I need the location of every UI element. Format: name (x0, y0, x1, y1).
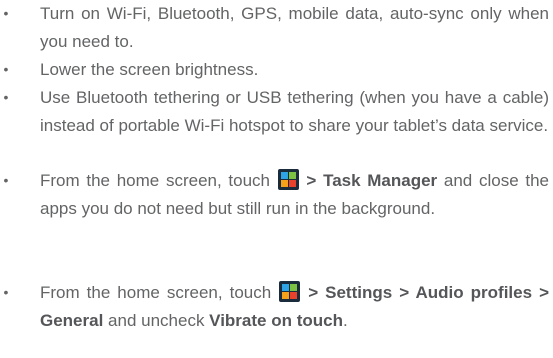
bullet: • (3, 172, 9, 188)
apps-menu-icon (279, 281, 301, 302)
item-text: From the home screen, touch > Task Manag… (40, 167, 549, 222)
item-text: Lower the screen brightness. (40, 60, 259, 79)
document-page: • Turn on Wi-Fi, Bluetooth, GPS, mobile … (0, 0, 553, 358)
bullet: • (3, 5, 9, 21)
bullet: • (3, 89, 9, 105)
item-text-end: . (342, 310, 348, 330)
menu-path: > Task Manager (299, 171, 438, 190)
item-text: Turn on Wi-Fi, Bluetooth, GPS, mobile da… (40, 4, 549, 51)
item-text-lead: From the home screen, touch (40, 171, 277, 190)
bullet: • (3, 61, 9, 77)
item-text: Use Bluetooth tethering or USB tethering… (40, 88, 549, 135)
item-text-mid: and uncheck (103, 310, 210, 330)
item-text: From the home screen, touch > Settings >… (40, 279, 549, 334)
apps-menu-icon (277, 169, 299, 190)
option-name: Vibrate on touch (209, 310, 343, 330)
item-text-lead: From the home screen, touch (40, 283, 279, 302)
bullet: • (3, 284, 9, 300)
